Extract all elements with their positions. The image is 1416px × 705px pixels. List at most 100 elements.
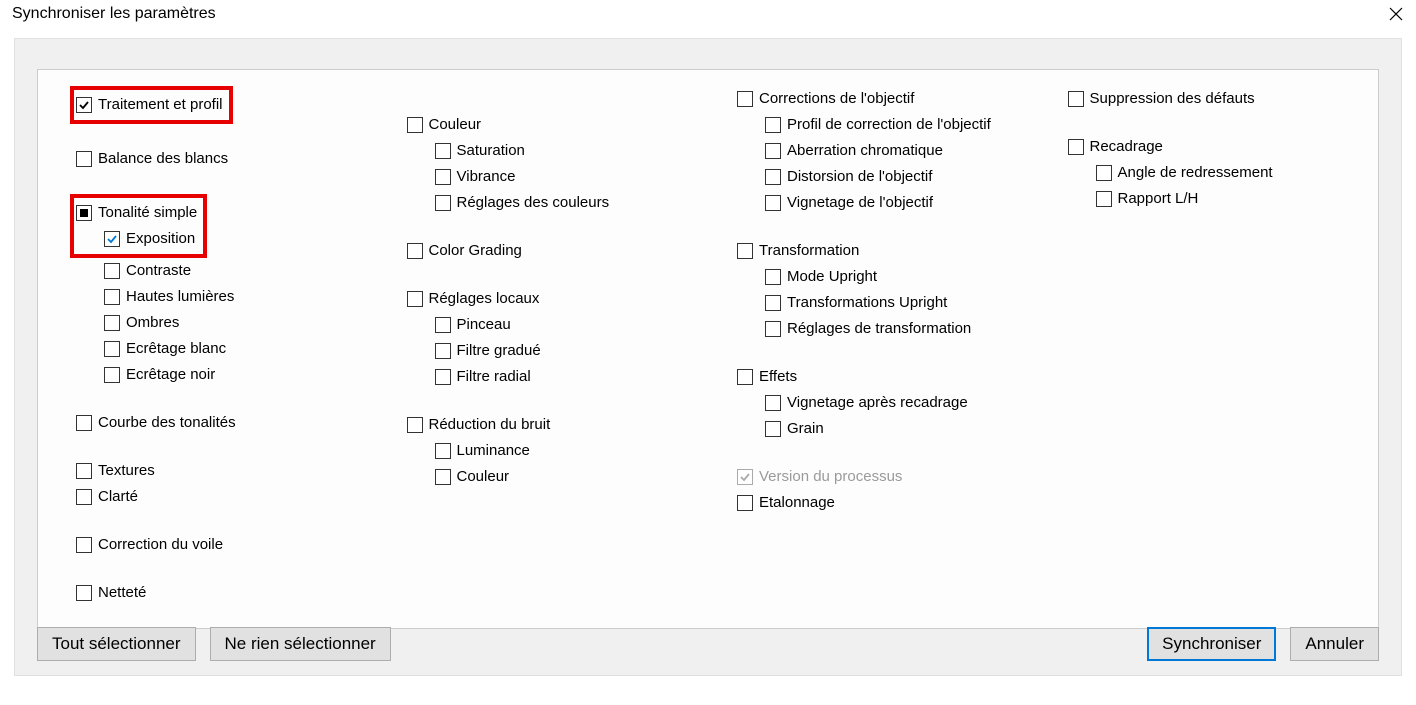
label-recadrage: Recadrage (1090, 134, 1163, 160)
label-pinceau: Pinceau (457, 312, 511, 338)
row-rapport: Rapport L/H (1096, 186, 1369, 212)
checkbox-textures[interactable] (76, 463, 92, 479)
label-nettete: Netteté (98, 580, 146, 606)
row-pinceau: Pinceau (435, 312, 708, 338)
checkbox-nettete[interactable] (76, 585, 92, 601)
row-etalonnage: Etalonnage (737, 490, 1038, 516)
label-angle: Angle de redressement (1118, 160, 1273, 186)
label-aberration: Aberration chromatique (787, 138, 943, 164)
row-reduction-bruit: Réduction du bruit (407, 412, 708, 438)
label-reglages-locaux: Réglages locaux (429, 286, 540, 312)
highlight-traitement: Traitement et profil (70, 86, 233, 124)
select-none-button[interactable]: Ne rien sélectionner (210, 627, 391, 661)
checkbox-reduction-bruit[interactable] (407, 417, 423, 433)
label-filtre-gradue: Filtre gradué (457, 338, 541, 364)
label-filtre-radial: Filtre radial (457, 364, 531, 390)
checkbox-distorsion[interactable] (765, 169, 781, 185)
label-reduction-bruit: Réduction du bruit (429, 412, 551, 438)
row-effets: Effets (737, 364, 1038, 390)
button-bar: Tout sélectionner Ne rien sélectionner S… (37, 627, 1379, 661)
label-textures: Textures (98, 458, 155, 484)
checkbox-recadrage[interactable] (1068, 139, 1084, 155)
window-title: Synchroniser les paramètres (12, 5, 216, 23)
checkbox-mode-upright[interactable] (765, 269, 781, 285)
checkbox-transformation[interactable] (737, 243, 753, 259)
close-icon[interactable] (1386, 4, 1406, 24)
label-vignetage-obj: Vignetage de l'objectif (787, 190, 933, 216)
checkbox-angle[interactable] (1096, 165, 1112, 181)
checkbox-effets[interactable] (737, 369, 753, 385)
row-vignetage-recadrage: Vignetage après recadrage (765, 390, 1038, 416)
checkbox-profil-correction[interactable] (765, 117, 781, 133)
checkbox-traitement[interactable] (76, 97, 92, 113)
row-saturation: Saturation (435, 138, 708, 164)
checkbox-contraste[interactable] (104, 263, 120, 279)
label-contraste: Contraste (126, 258, 191, 284)
label-hautes: Hautes lumières (126, 284, 234, 310)
checkbox-luminance[interactable] (435, 443, 451, 459)
row-couleur2: Couleur (435, 464, 708, 490)
row-contraste: Contraste (104, 258, 377, 284)
checkbox-aberration[interactable] (765, 143, 781, 159)
column-2: Couleur Saturation Vibrance Réglages des… (387, 86, 718, 628)
checkbox-vignetage-obj[interactable] (765, 195, 781, 211)
column-4: Suppression des défauts Recadrage Angle … (1048, 86, 1379, 628)
checkbox-suppression-defauts[interactable] (1068, 91, 1084, 107)
row-couleur: Couleur (407, 112, 708, 138)
checkbox-filtre-radial[interactable] (435, 369, 451, 385)
select-all-button[interactable]: Tout sélectionner (37, 627, 196, 661)
checkbox-reglages-locaux[interactable] (407, 291, 423, 307)
checkbox-saturation[interactable] (435, 143, 451, 159)
checkbox-hautes[interactable] (104, 289, 120, 305)
checkbox-filtre-gradue[interactable] (435, 343, 451, 359)
checkbox-vignetage-recadrage[interactable] (765, 395, 781, 411)
checkbox-rapport[interactable] (1096, 191, 1112, 207)
checkbox-balance[interactable] (76, 151, 92, 167)
label-profil-correction: Profil de correction de l'objectif (787, 112, 991, 138)
row-textures: Textures (76, 458, 377, 484)
label-rapport: Rapport L/H (1118, 186, 1199, 212)
row-ecretage-blanc: Ecrêtage blanc (104, 336, 377, 362)
checkbox-courbe[interactable] (76, 415, 92, 431)
checkbox-transformations-upright[interactable] (765, 295, 781, 311)
checkbox-reglages-transformation[interactable] (765, 321, 781, 337)
label-suppression-defauts: Suppression des défauts (1090, 86, 1255, 112)
checkbox-vibrance[interactable] (435, 169, 451, 185)
checkbox-color-grading[interactable] (407, 243, 423, 259)
title-bar: Synchroniser les paramètres (0, 0, 1416, 28)
column-3: Corrections de l'objectif Profil de corr… (717, 86, 1048, 628)
label-couleur: Couleur (429, 112, 482, 138)
label-saturation: Saturation (457, 138, 525, 164)
checkbox-clarte[interactable] (76, 489, 92, 505)
checkbox-couleur2[interactable] (435, 469, 451, 485)
checkbox-corrections-objectif[interactable] (737, 91, 753, 107)
checkbox-ecretage-blanc[interactable] (104, 341, 120, 357)
label-couleur2: Couleur (457, 464, 510, 490)
row-reglages-locaux: Réglages locaux (407, 286, 708, 312)
row-voile: Correction du voile (76, 532, 377, 558)
label-transformation: Transformation (759, 238, 859, 264)
label-reglages-transformation: Réglages de transformation (787, 316, 971, 342)
row-aberration: Aberration chromatique (765, 138, 1038, 164)
synchronize-button[interactable]: Synchroniser (1147, 627, 1276, 661)
row-clarte: Clarté (76, 484, 377, 510)
label-grain: Grain (787, 416, 824, 442)
checkbox-exposition[interactable] (104, 231, 120, 247)
checkbox-etalonnage[interactable] (737, 495, 753, 511)
highlight-tonalite: Tonalité simple Exposition (70, 194, 207, 258)
row-tonalite: Tonalité simple (76, 200, 197, 226)
checkbox-ombres[interactable] (104, 315, 120, 331)
row-ombres: Ombres (104, 310, 377, 336)
cancel-button[interactable]: Annuler (1290, 627, 1379, 661)
checkbox-reglages-couleurs[interactable] (435, 195, 451, 211)
row-profil-correction: Profil de correction de l'objectif (765, 112, 1038, 138)
checkbox-ecretage-noir[interactable] (104, 367, 120, 383)
checkbox-pinceau[interactable] (435, 317, 451, 333)
checkbox-grain[interactable] (765, 421, 781, 437)
checkbox-tonalite[interactable] (76, 205, 92, 221)
label-version-processus: Version du processus (759, 464, 902, 490)
label-ecretage-noir: Ecrêtage noir (126, 362, 215, 388)
checkbox-voile[interactable] (76, 537, 92, 553)
row-transformation: Transformation (737, 238, 1038, 264)
checkbox-couleur[interactable] (407, 117, 423, 133)
